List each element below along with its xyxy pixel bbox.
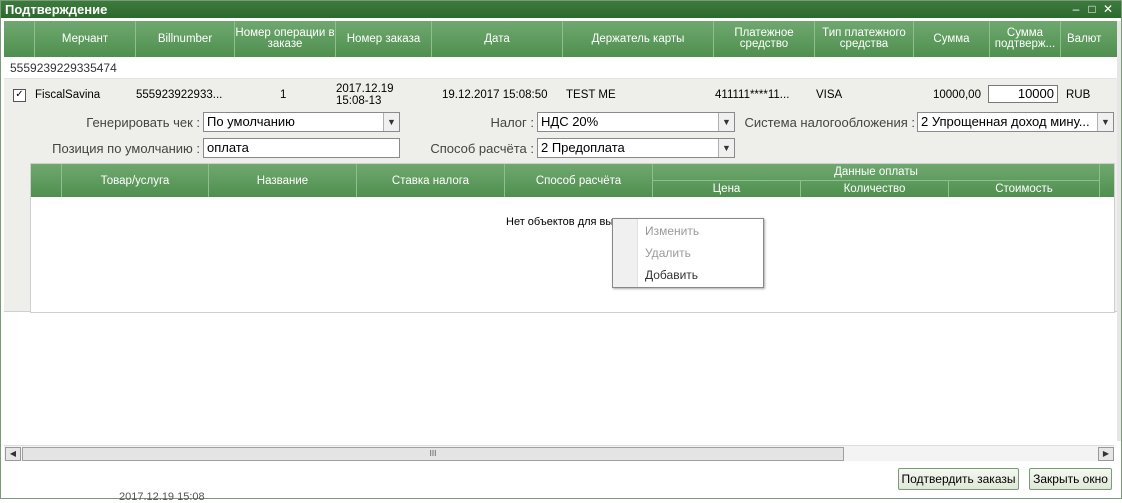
header-confirm-amount[interactable]: Сумма подтверж... (990, 21, 1061, 57)
row-checkbox[interactable]: ✓ (13, 89, 26, 102)
confirmation-window: Подтверждение – □ ✕ Мерчант Billnumber Н… (0, 0, 1122, 503)
chevron-down-icon[interactable]: ▼ (383, 113, 399, 131)
pan-cell: 411111****11... (715, 89, 790, 101)
header-billnumber[interactable]: Billnumber (136, 21, 235, 57)
menu-item-delete[interactable]: Удалить (645, 246, 691, 260)
header-card-holder[interactable]: Держатель карты (563, 21, 714, 57)
order-number-cell-time: 15:08-13 (336, 95, 382, 107)
header-order-number[interactable]: Номер заказа (336, 21, 432, 57)
items-header-price[interactable]: Цена (653, 181, 801, 197)
header-payment-type[interactable]: Тип платежного средства (815, 21, 914, 57)
gen-check-value: По умолчанию (207, 114, 295, 129)
header-amount[interactable]: Сумма (914, 21, 990, 57)
title-bar[interactable]: Подтверждение – □ ✕ (1, 1, 1121, 18)
billnumber-cell: 555923922933... (136, 89, 223, 101)
window-title: Подтверждение (5, 2, 108, 17)
tax-system-value: 2 Упрощенная доход мину... (921, 114, 1090, 129)
context-menu-gutter (613, 219, 638, 287)
header-currency[interactable]: Валют (1061, 21, 1117, 57)
close-window-button[interactable]: Закрыть окно (1029, 468, 1112, 490)
header-date[interactable]: Дата (432, 21, 563, 57)
holder-cell: TEST ME (566, 89, 616, 101)
tax-system-select[interactable]: 2 Упрощенная доход мину... ▼ (917, 112, 1114, 132)
scroll-thumb[interactable]: III (22, 447, 844, 461)
tax-system-label: Система налогообложения : (744, 115, 915, 130)
items-table-header: Товар/услуга Название Ставка налога Спос… (31, 164, 1114, 197)
chevron-down-icon[interactable]: ▼ (1097, 113, 1113, 131)
items-header-payment-group: Данные оплаты (653, 164, 1100, 181)
confirm-amount-input[interactable]: 10000 (988, 85, 1058, 103)
gen-check-label: Генерировать чек : (86, 115, 200, 130)
items-header-payment-method[interactable]: Способ расчёта (505, 164, 653, 197)
vertical-scrollbar[interactable] (1117, 21, 1121, 441)
tax-select[interactable]: НДС 20% ▼ (537, 112, 735, 132)
chevron-down-icon[interactable]: ▼ (718, 139, 734, 157)
op-number-cell: 1 (280, 89, 287, 101)
default-position-input[interactable]: оплата (203, 138, 400, 158)
items-header-quantity[interactable]: Количество (801, 181, 949, 197)
chevron-down-icon[interactable]: ▼ (718, 113, 734, 131)
close-icon[interactable]: ✕ (1101, 1, 1115, 17)
items-header-name[interactable]: Название (209, 164, 357, 197)
payment-method-value: 2 Предоплата (541, 140, 625, 155)
items-header-cost[interactable]: Стоимость (949, 181, 1100, 197)
header-op-number[interactable]: Номер операции в заказе (235, 21, 336, 57)
empty-message: Нет объектов для вы (506, 216, 614, 228)
items-header-select[interactable] (31, 164, 62, 197)
header-select[interactable] (4, 21, 35, 57)
orders-table-header: Мерчант Billnumber Номер операции в зака… (4, 21, 1117, 57)
menu-item-edit[interactable]: Изменить (645, 224, 699, 238)
scroll-left-icon[interactable]: ◀ (5, 447, 21, 461)
amount-cell: 10000,00 (933, 89, 981, 101)
merchant-cell: FiscalSavina (35, 89, 101, 101)
items-table: Товар/услуга Название Ставка налога Спос… (30, 163, 1115, 313)
minimize-icon[interactable]: – (1069, 1, 1083, 17)
scroll-right-icon[interactable]: ▶ (1098, 447, 1114, 461)
gen-check-select[interactable]: По умолчанию ▼ (203, 112, 400, 132)
header-merchant[interactable]: Мерчант (35, 21, 136, 57)
payment-method-select[interactable]: 2 Предоплата ▼ (537, 138, 735, 158)
header-payment-means[interactable]: Платежное средство (714, 21, 815, 57)
group-row[interactable]: 5559239229335474 (4, 58, 1117, 79)
confirm-orders-button[interactable]: Подтвердить заказы (898, 468, 1019, 490)
currency-cell: RUB (1066, 89, 1091, 101)
group-label: 5559239229335474 (10, 61, 117, 75)
items-header-product[interactable]: Товар/услуга (62, 164, 209, 197)
context-menu: Изменить Удалить Добавить (612, 218, 764, 288)
items-header-tax-rate[interactable]: Ставка налога (357, 164, 505, 197)
tax-label: Налог : (490, 115, 534, 130)
horizontal-scrollbar[interactable]: ◀ III ▶ (4, 445, 1114, 461)
tax-value: НДС 20% (541, 114, 599, 129)
background-text: 2017.12.19 15:08 (119, 491, 205, 503)
default-position-label: Позиция по умолчанию : (52, 141, 200, 156)
date-cell: 19.12.2017 15:08:50 (442, 89, 548, 101)
order-number-cell-date: 2017.12.19 (336, 83, 394, 95)
maximize-icon[interactable]: □ (1085, 1, 1099, 17)
payment-method-label: Способ расчёта : (430, 141, 534, 156)
menu-item-add[interactable]: Добавить (645, 268, 698, 282)
pay-type-cell: VISA (816, 89, 843, 101)
